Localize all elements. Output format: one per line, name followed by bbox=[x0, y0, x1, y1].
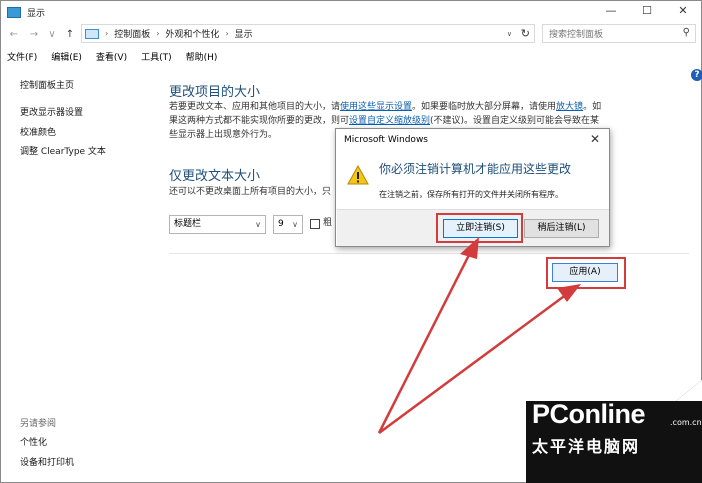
watermark-logo: PConline bbox=[532, 399, 646, 429]
arrowhead-sign-out-now bbox=[460, 237, 479, 259]
watermark-corner bbox=[526, 379, 702, 483]
watermark-subtitle: 太平洋电脑网 bbox=[532, 437, 641, 456]
watermark-domain: .com.cn bbox=[670, 418, 702, 427]
control-panel-window: 显示 — ☐ ✕ ← → ∨ ↑ › 控制面板 › 外观和个性化 › 显示 ∨ … bbox=[0, 0, 702, 483]
pconline-watermark: PConline .com.cn 太平洋电脑网 bbox=[526, 379, 702, 483]
arrow-to-sign-out-now bbox=[377, 250, 473, 434]
